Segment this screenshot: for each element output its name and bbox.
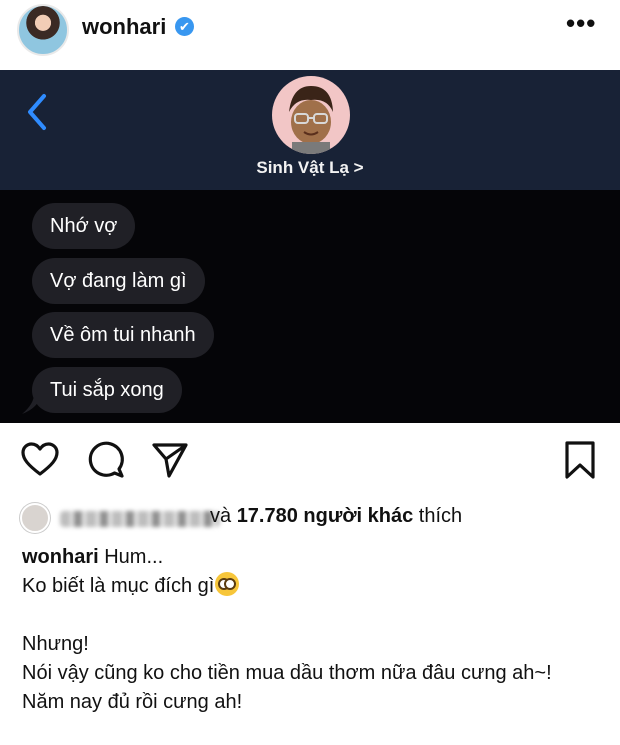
contact-name: Sinh Vật Lạ > [256,158,364,177]
contact-avatar [272,76,350,154]
send-icon[interactable] [150,440,190,480]
message-bubble: Tui sắp xong [32,367,182,413]
message-bubble: Nhớ vợ [32,203,136,249]
likes-count[interactable]: 17.780 người khác [237,505,414,527]
profile-avatar[interactable] [17,4,69,56]
flushed-face-emoji-icon [215,572,240,596]
caption-line: Nhưng! [22,633,89,655]
post-action-bar [0,440,620,484]
caption-line: Hum... [98,546,164,568]
back-chevron-icon [28,94,46,130]
message-bubble: Về ôm tui nhanh [32,312,214,358]
heart-icon[interactable] [20,440,60,480]
post-header: wonhari ✔ ••• [0,0,620,70]
caption-line: Nói vậy cũng ko cho tiền mua dầu thơm nữ… [22,662,552,684]
likes-suffix: thích [413,505,463,527]
bookmark-icon[interactable] [560,440,600,480]
caption-line: Năm nay đủ rồi cưng ah! [22,691,243,713]
chat-header: Sinh Vật Lạ > [0,70,620,190]
liker-avatar[interactable] [20,503,50,533]
post-caption: wonhari Hum... Ko biết là mục đích gì Nh… [22,543,612,717]
caption-line: Ko biết là mục đích gì [22,575,215,597]
post-username[interactable]: wonhari [82,14,166,40]
message-bubble: Vợ đang làm gì [32,258,205,304]
verified-badge-icon: ✔ [175,17,194,36]
more-horizontal-icon[interactable]: ••• [566,8,596,39]
bubble-tail-icon [22,394,42,414]
post-image: Sinh Vật Lạ > Nhớ vợ Vợ đang làm gì Về ô… [0,70,620,423]
comment-icon[interactable] [86,440,126,480]
likes-prefix: và [210,505,237,527]
likes-text[interactable]: và 17.780 người khác thích [210,505,462,528]
blurred-liker-name [60,511,220,527]
likes-row: và 17.780 người khác thích [20,503,620,533]
caption-username[interactable]: wonhari [22,546,99,568]
